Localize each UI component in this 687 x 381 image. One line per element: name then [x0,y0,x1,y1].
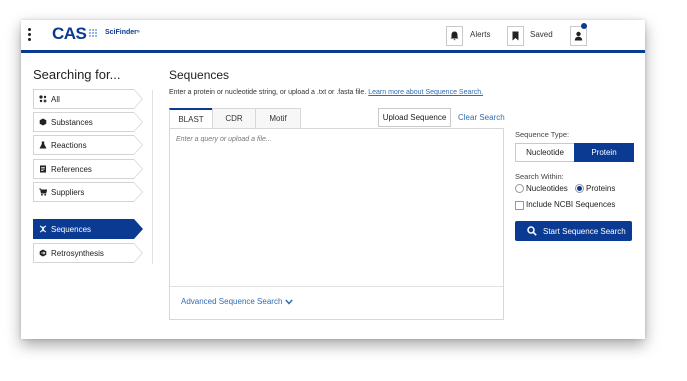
sidebar-item-label: Retrosynthesis [51,249,104,258]
search-within-label: Search Within: [515,172,564,181]
top-bar: CAS SciFinderⁿ Alerts Saved [21,20,645,53]
learn-more-link[interactable]: Learn more about Sequence Search. [368,89,483,96]
sidebar-item-label: Substances [51,118,93,127]
nucleotide-toggle[interactable]: Nucleotide [515,143,575,162]
tab-cdr[interactable]: CDR [212,108,256,129]
app-window: CAS SciFinderⁿ Alerts Saved Searching fo… [21,20,645,339]
sequence-description: Enter a protein or nucleotide string, or… [169,89,483,96]
proteins-radio[interactable] [575,184,584,193]
sidebar-item-label: Sequences [51,225,92,234]
query-placeholder: Enter a query or upload a file... [176,136,272,143]
tab-blast[interactable]: BLAST [169,108,213,129]
protein-toggle[interactable]: Protein [574,143,634,162]
cas-logo-mark-icon [89,29,97,37]
include-ncbi-checkbox[interactable] [515,201,524,210]
advanced-search-toggle[interactable]: Advanced Sequence Search [181,297,293,306]
alerts-label[interactable]: Alerts [470,30,490,39]
description-text: Enter a protein or nucleotide string, or… [169,89,367,96]
alerts-button[interactable] [446,26,463,46]
sidebar-item-all[interactable]: All [33,89,143,109]
advanced-search-label: Advanced Sequence Search [181,297,283,306]
sidebar-item-sequences[interactable]: Sequences [33,219,143,239]
bookmark-icon [512,31,519,41]
user-icon [574,31,583,41]
include-ncbi-label[interactable]: Include NCBI Sequences [526,200,615,209]
sidebar-item-label: Suppliers [51,188,85,197]
sidebar-item-reactions[interactable]: Reactions [33,135,143,155]
nucleotides-radio-label[interactable]: Nucleotides [526,184,568,193]
sidebar-item-label: References [51,165,92,174]
cas-logo[interactable]: CAS [52,24,87,44]
sidebar-divider [152,90,153,264]
dna-icon [39,225,47,233]
substance-icon [39,118,47,126]
saved-button[interactable] [507,26,524,46]
chevron-down-icon [284,299,293,305]
cart-icon [39,188,47,196]
retrosynthesis-icon [39,249,47,257]
tab-motif[interactable]: Motif [255,108,301,129]
sidebar-item-references[interactable]: References [33,159,143,179]
document-icon [40,165,46,173]
saved-label[interactable]: Saved [530,30,553,39]
page-title: Sequences [169,68,230,82]
sidebar-item-label: All [51,95,60,104]
nucleotides-radio[interactable] [515,184,524,193]
menu-kebab-icon[interactable] [27,28,33,42]
notification-dot [581,23,587,29]
sequence-type-label: Sequence Type: [515,130,570,139]
query-divider [170,286,503,287]
proteins-radio-label[interactable]: Proteins [586,184,615,193]
sidebar-item-suppliers[interactable]: Suppliers [33,182,143,202]
sidebar-item-substances[interactable]: Substances [33,112,143,132]
start-search-label: Start Sequence Search [543,227,626,236]
search-icon [527,226,537,236]
query-input[interactable]: Enter a query or upload a file... Advanc… [169,128,504,320]
sidebar-title: Searching for... [33,67,121,82]
all-icon [39,95,47,103]
clear-search-link[interactable]: Clear Search [458,113,505,122]
product-name: SciFinderⁿ [105,29,140,36]
start-sequence-search-button[interactable]: Start Sequence Search [515,221,632,241]
flask-icon [39,141,47,149]
upload-sequence-button[interactable]: Upload Sequence [378,108,451,127]
account-button[interactable] [570,26,587,46]
sidebar-item-label: Reactions [51,141,87,150]
bell-icon [450,31,459,41]
sidebar-item-retrosynthesis[interactable]: Retrosynthesis [33,243,143,263]
